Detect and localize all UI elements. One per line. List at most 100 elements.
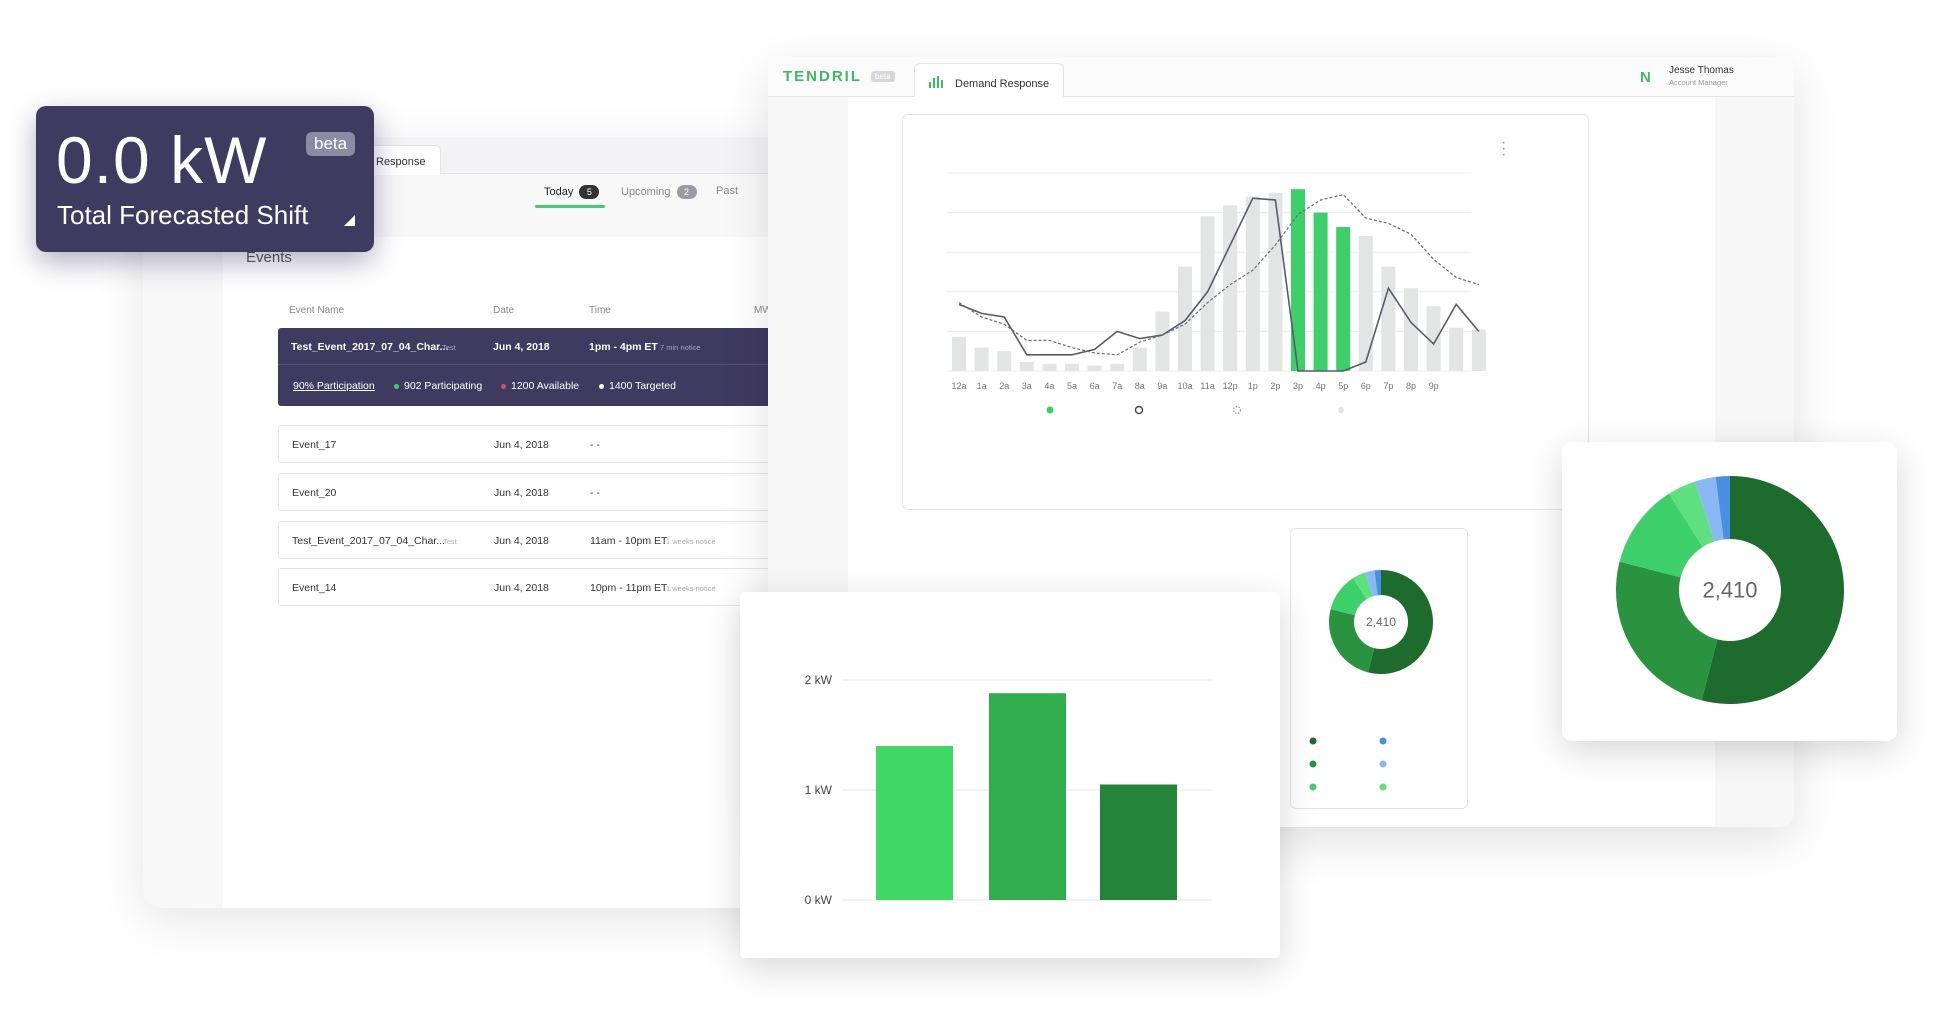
x-tick-label: 6a bbox=[1090, 381, 1100, 391]
table-row[interactable]: Event_20 Jun 4, 2018 - - bbox=[278, 473, 783, 511]
big-donut-center-label: 2,410 bbox=[1702, 578, 1757, 603]
bar bbox=[952, 336, 966, 371]
series-line bbox=[958, 197, 1480, 372]
today-count-badge: 5 bbox=[579, 185, 600, 199]
y-tick-label: 1 kW bbox=[805, 783, 833, 797]
more-options-icon[interactable]: · · · bbox=[1501, 135, 1506, 163]
event-name: Test_Event_2017_07_04_Char... bbox=[292, 535, 445, 547]
green-dot-icon bbox=[394, 383, 399, 389]
x-tick-label: 7p bbox=[1383, 381, 1393, 391]
kpi-label: Total Forecasted Shift bbox=[57, 200, 309, 230]
x-tick-label: 11a bbox=[1200, 381, 1214, 391]
bar bbox=[1404, 288, 1418, 371]
participating-stat-label: 902 Participating bbox=[404, 380, 483, 392]
pink-dot-icon bbox=[501, 383, 506, 389]
hourly-usage-card: 12a 1a 2a 3a 4a 5a 6a 7a 8a 9a 10a 11a 12p 1p 2p 3p 4p 5p… bbox=[902, 114, 1589, 510]
column-header-event-name[interactable]: Event Name bbox=[289, 305, 344, 316]
beta-badge: beta bbox=[306, 132, 356, 156]
tab-upcoming[interactable]: Upcoming 2 bbox=[621, 185, 697, 199]
user-name[interactable]: Jesse Thomas bbox=[1669, 65, 1734, 76]
x-tick-label: 4a bbox=[1044, 381, 1054, 391]
legend-marker bbox=[1379, 737, 1387, 745]
table-row[interactable]: Event_17 Jun 4, 2018 - - bbox=[278, 425, 783, 463]
event-time: 10pm - 11pm ET bbox=[590, 582, 668, 594]
tab-past-label: Past bbox=[716, 185, 739, 197]
x-tick-label: 3p bbox=[1293, 381, 1303, 391]
bar bbox=[989, 693, 1066, 900]
bar bbox=[1268, 192, 1283, 371]
bar bbox=[1245, 196, 1260, 371]
bar bbox=[1019, 362, 1034, 371]
event-time: - - bbox=[590, 439, 600, 451]
legend-marker bbox=[1046, 406, 1054, 414]
bar bbox=[974, 347, 989, 371]
user-avatar-icon[interactable]: N bbox=[1640, 69, 1651, 86]
event-date: Jun 4, 2018 bbox=[494, 535, 549, 547]
x-tick-label: 4p bbox=[1316, 381, 1326, 391]
bar bbox=[1100, 784, 1177, 900]
shift-bar-chart: 0 kW 1 kW 2 kW bbox=[805, 673, 1212, 907]
participation-stat[interactable]: 90% Participation bbox=[293, 380, 375, 392]
brand-beta-badge: beta bbox=[871, 71, 895, 82]
legend-marker bbox=[1379, 783, 1387, 791]
x-tick-label: 2p bbox=[1270, 381, 1280, 391]
caret-corner-icon[interactable] bbox=[344, 215, 355, 226]
selected-event-row[interactable]: Test_Event_2017_07_04_Char... Test Jun 4… bbox=[278, 328, 783, 406]
column-header-date[interactable]: Date bbox=[493, 305, 514, 316]
small-donut-center-label: 2,410 bbox=[1366, 615, 1396, 629]
event-time: - - bbox=[590, 487, 600, 499]
app-topbar: TENDRIL beta Demand Response N Jesse Tho… bbox=[768, 57, 1794, 98]
bar bbox=[1313, 212, 1328, 371]
table-row[interactable]: Event_14 Jun 4, 2018 10pm - 11pm ET 1 we… bbox=[278, 568, 783, 606]
x-tick-label: 9a bbox=[1157, 381, 1167, 391]
white-dot-icon bbox=[599, 383, 604, 389]
x-tick-label: 8a bbox=[1135, 381, 1145, 391]
user-role: Account Manager bbox=[1669, 78, 1728, 87]
event-notice: 1 weeks notice bbox=[666, 537, 716, 546]
donut-card: 2,410 bbox=[1562, 442, 1897, 741]
targeted-stat-label: 1400 Targeted bbox=[609, 380, 676, 392]
tab-upcoming-label: Upcoming bbox=[621, 186, 671, 198]
table-row[interactable]: Test_Event_2017_07_04_Char... Test Jun 4… bbox=[278, 521, 783, 559]
x-tick-label: 2a bbox=[999, 381, 1009, 391]
bar bbox=[1132, 347, 1147, 371]
active-tab-indicator bbox=[535, 205, 605, 208]
event-name: Event_14 bbox=[292, 582, 337, 594]
x-tick-label: 9p bbox=[1429, 381, 1439, 391]
x-tick-label: 10a bbox=[1177, 381, 1192, 391]
tab-past[interactable]: Past bbox=[716, 185, 738, 197]
bar bbox=[1471, 329, 1486, 371]
legend-marker bbox=[1232, 405, 1242, 415]
legend-marker bbox=[1309, 783, 1317, 791]
bar bbox=[1336, 227, 1351, 371]
bar-chart-icon bbox=[929, 76, 943, 88]
bar bbox=[1110, 363, 1125, 371]
x-tick-label: 1p bbox=[1248, 381, 1258, 391]
x-tick-label: 6p bbox=[1361, 381, 1371, 391]
tab-label: Response bbox=[376, 156, 426, 168]
bar bbox=[876, 746, 953, 900]
available-stat-label: 1200 Available bbox=[511, 380, 580, 392]
x-tick-label: 5p bbox=[1338, 381, 1348, 391]
bar bbox=[1087, 365, 1102, 371]
bar bbox=[1223, 205, 1238, 371]
event-notice: 7 min notice bbox=[660, 343, 701, 352]
y-tick-label: 0 kW bbox=[805, 893, 833, 907]
hourly-usage-chart: 12a 1a 2a 3a 4a 5a 6a 7a 8a 9a 10a 11a 12p 1p 2p 3p 4p 5p… bbox=[947, 172, 1486, 415]
tab-today[interactable]: Today 5 bbox=[544, 185, 600, 199]
event-date: Jun 4, 2018 bbox=[494, 487, 549, 499]
x-tick-label: 7a bbox=[1112, 381, 1122, 391]
event-date: Jun 4, 2018 bbox=[493, 341, 550, 353]
x-tick-label: 8p bbox=[1406, 381, 1416, 391]
bar bbox=[1200, 216, 1215, 371]
series-dashed-line bbox=[958, 193, 1479, 356]
event-notice: 1 weeks notice bbox=[666, 584, 716, 593]
bar bbox=[1065, 363, 1079, 371]
legend-marker bbox=[1338, 407, 1344, 413]
bar bbox=[1381, 266, 1396, 371]
column-header-time[interactable]: Time bbox=[589, 305, 611, 316]
event-tag: Test bbox=[442, 343, 456, 352]
brand-logo[interactable]: TENDRIL bbox=[783, 68, 862, 85]
tab-demand-response[interactable]: Demand Response bbox=[914, 63, 1064, 98]
participating-stat: 902 Participating bbox=[394, 380, 482, 392]
